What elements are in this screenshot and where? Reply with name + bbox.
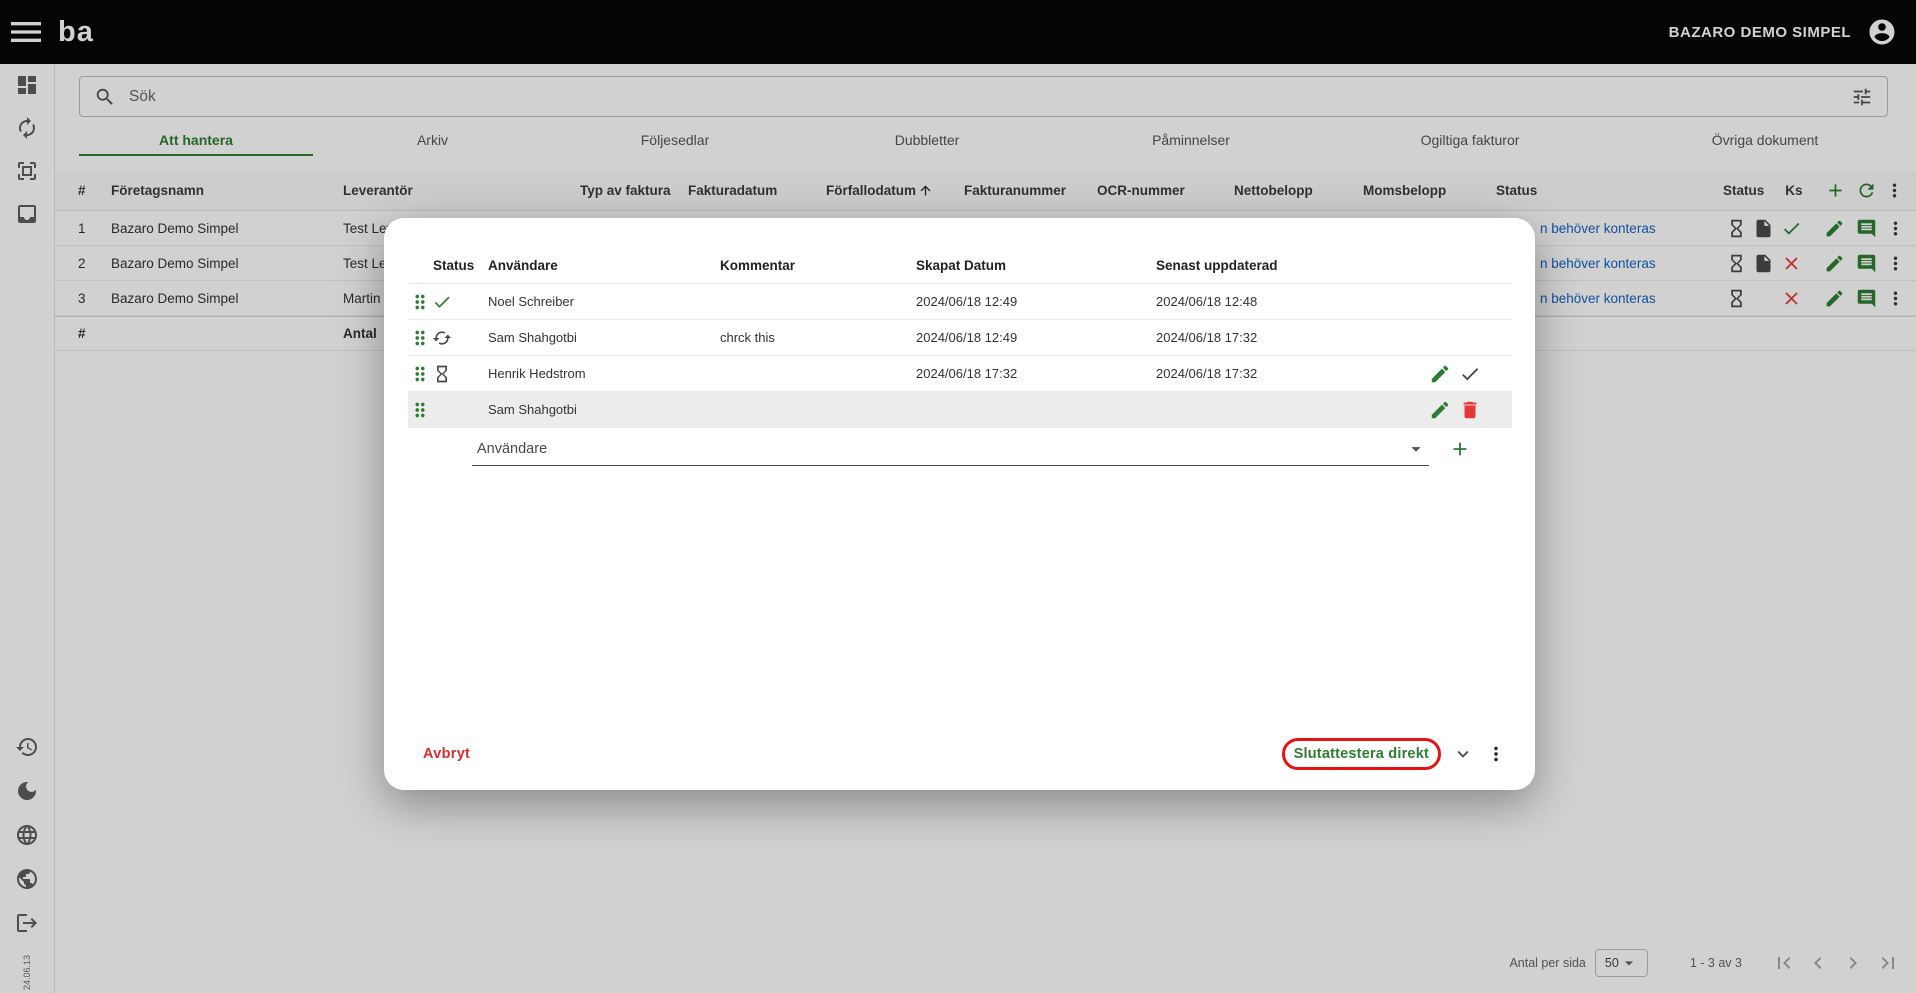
created-cell: 2024/06/18 17:32 <box>916 366 1018 381</box>
final-approve-button[interactable]: Slutattestera direkt <box>1294 746 1429 762</box>
user-cell: Henrik Hedstrom <box>488 366 586 381</box>
edit-icon[interactable] <box>1429 399 1451 421</box>
annotation-highlight: Slutattestera direkt <box>1281 738 1441 770</box>
user-select[interactable]: Användare <box>472 432 1429 466</box>
col-created: Skapat Datum <box>916 258 1007 273</box>
modal-table-header: Status Användare Kommentar Skapat Datum … <box>408 248 1512 284</box>
user-cell: Sam Shahgotbi <box>488 402 577 417</box>
updated-cell: 2024/06/18 17:32 <box>1156 366 1258 381</box>
modal-footer: Avbryt Slutattestera direkt <box>384 718 1535 790</box>
edit-icon[interactable] <box>1429 363 1451 385</box>
add-user-icon[interactable] <box>1449 438 1471 460</box>
attest-row-2: Sam Shahgotbi chrck this 2024/06/18 12:4… <box>408 320 1512 356</box>
chevron-down-icon[interactable] <box>1452 743 1474 765</box>
confirm-check-icon[interactable] <box>1459 363 1481 385</box>
drag-icon[interactable] <box>408 399 432 421</box>
drag-icon[interactable] <box>408 327 432 349</box>
created-cell: 2024/06/18 12:49 <box>916 294 1018 309</box>
user-cell: Noel Schreiber <box>488 294 574 309</box>
dropdown-caret-icon <box>1405 438 1427 460</box>
delete-icon[interactable] <box>1459 399 1481 421</box>
attestation-dialog: Status Användare Kommentar Skapat Datum … <box>384 218 1535 790</box>
col-updated: Senast uppdaterad <box>1156 258 1278 273</box>
swap-icon <box>432 328 452 348</box>
col-status: Status <box>433 258 475 273</box>
approved-check-icon <box>432 292 452 312</box>
updated-cell: 2024/06/18 12:48 <box>1156 294 1258 309</box>
drag-icon[interactable] <box>408 363 432 385</box>
attest-row-4: Sam Shahgotbi <box>408 392 1512 428</box>
attest-row-3: Henrik Hedstrom 2024/06/18 17:32 2024/06… <box>408 356 1512 392</box>
created-cell: 2024/06/18 12:49 <box>916 330 1018 345</box>
comment-cell: chrck this <box>720 330 775 345</box>
hourglass-icon <box>432 364 452 384</box>
col-user: Användare <box>488 258 558 273</box>
dialog-menu-icon[interactable] <box>1485 743 1507 765</box>
drag-icon[interactable] <box>408 291 432 313</box>
updated-cell: 2024/06/18 17:32 <box>1156 330 1258 345</box>
attest-row-1: Noel Schreiber 2024/06/18 12:49 2024/06/… <box>408 284 1512 320</box>
col-comment: Kommentar <box>720 258 796 273</box>
cancel-button[interactable]: Avbryt <box>423 746 470 762</box>
user-cell: Sam Shahgotbi <box>488 330 577 345</box>
